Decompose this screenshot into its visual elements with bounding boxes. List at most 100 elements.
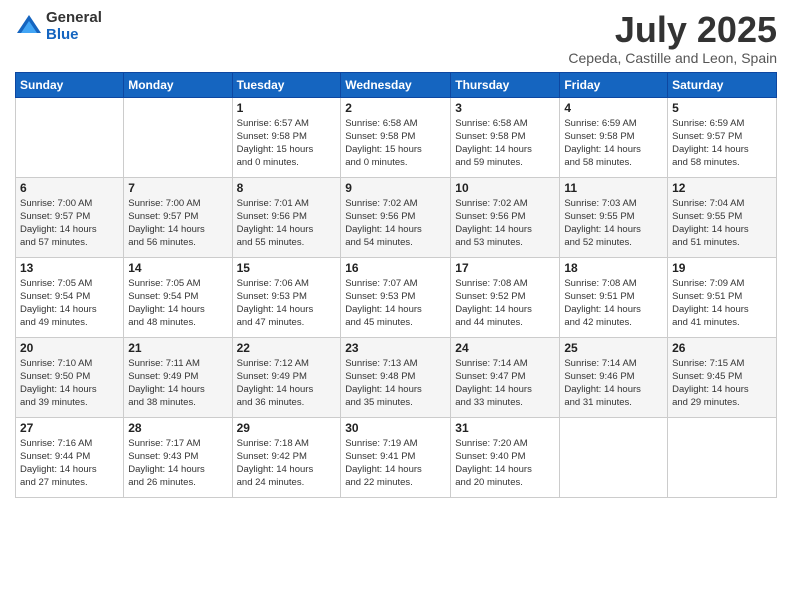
day-info: Sunrise: 7:20 AM Sunset: 9:40 PM Dayligh… — [455, 437, 555, 490]
day-number: 27 — [20, 421, 119, 435]
day-number: 7 — [128, 181, 227, 195]
day-cell: 27 Sunrise: 7:16 AM Sunset: 9:44 PM Dayli… — [16, 417, 124, 497]
day-number: 28 — [128, 421, 227, 435]
col-header-tuesday: Tuesday — [232, 72, 341, 97]
day-number: 2 — [345, 101, 446, 115]
day-info: Sunrise: 6:58 AM Sunset: 9:58 PM Dayligh… — [345, 117, 446, 170]
day-cell: 10 Sunrise: 7:02 AM Sunset: 9:56 PM Dayli… — [451, 177, 560, 257]
day-info: Sunrise: 7:13 AM Sunset: 9:48 PM Dayligh… — [345, 357, 446, 410]
day-info: Sunrise: 7:18 AM Sunset: 9:42 PM Dayligh… — [237, 437, 337, 490]
day-number: 9 — [345, 181, 446, 195]
day-number: 17 — [455, 261, 555, 275]
day-cell: 12Sunrise: 7:04 AM Sunset: 9:55 PM Dayli… — [668, 177, 777, 257]
logo-icon — [15, 13, 43, 41]
col-header-wednesday: Wednesday — [341, 72, 451, 97]
day-info: Sunrise: 6:59 AM Sunset: 9:58 PM Dayligh… — [564, 117, 663, 170]
day-number: 16 — [345, 261, 446, 275]
col-header-sunday: Sunday — [16, 72, 124, 97]
day-number: 8 — [237, 181, 337, 195]
day-number: 12 — [672, 181, 772, 195]
day-number: 13 — [20, 261, 119, 275]
day-number: 3 — [455, 101, 555, 115]
day-cell: 5 Sunrise: 6:59 AM Sunset: 9:57 PM Daylig… — [668, 97, 777, 177]
day-cell: 2 Sunrise: 6:58 AM Sunset: 9:58 PM Daylig… — [341, 97, 451, 177]
page: General Blue July 2025 Cepeda, Castille … — [0, 0, 792, 612]
header: General Blue July 2025 Cepeda, Castille … — [15, 10, 777, 66]
day-cell — [124, 97, 232, 177]
day-cell — [668, 417, 777, 497]
day-number: 22 — [237, 341, 337, 355]
day-number: 24 — [455, 341, 555, 355]
day-number: 18 — [564, 261, 663, 275]
week-row-4: 20Sunrise: 7:10 AM Sunset: 9:50 PM Dayli… — [16, 337, 777, 417]
logo: General Blue — [15, 10, 102, 43]
day-cell: 8 Sunrise: 7:01 AM Sunset: 9:56 PM Daylig… — [232, 177, 341, 257]
week-row-5: 27 Sunrise: 7:16 AM Sunset: 9:44 PM Dayli… — [16, 417, 777, 497]
day-info: Sunrise: 7:15 AM Sunset: 9:45 PM Dayligh… — [672, 357, 772, 410]
day-info: Sunrise: 7:02 AM Sunset: 9:56 PM Dayligh… — [345, 197, 446, 250]
day-cell: 26 Sunrise: 7:15 AM Sunset: 9:45 PM Dayli… — [668, 337, 777, 417]
col-header-friday: Friday — [560, 72, 668, 97]
day-info: Sunrise: 7:00 AM Sunset: 9:57 PM Dayligh… — [128, 197, 227, 250]
day-number: 23 — [345, 341, 446, 355]
day-cell: 19 Sunrise: 7:09 AM Sunset: 9:51 PM Dayli… — [668, 257, 777, 337]
day-number: 10 — [455, 181, 555, 195]
day-cell: 14 Sunrise: 7:05 AM Sunset: 9:54 PM Dayli… — [124, 257, 232, 337]
logo-text: General Blue — [46, 10, 102, 43]
day-info: Sunrise: 7:05 AM Sunset: 9:54 PM Dayligh… — [128, 277, 227, 330]
day-info: Sunrise: 6:59 AM Sunset: 9:57 PM Dayligh… — [672, 117, 772, 170]
day-info: Sunrise: 7:12 AM Sunset: 9:49 PM Dayligh… — [237, 357, 337, 410]
day-cell: 31 Sunrise: 7:20 AM Sunset: 9:40 PM Dayli… — [451, 417, 560, 497]
location-title: Cepeda, Castille and Leon, Spain — [568, 50, 777, 66]
day-info: Sunrise: 7:08 AM Sunset: 9:52 PM Dayligh… — [455, 277, 555, 330]
day-cell: 13 Sunrise: 7:05 AM Sunset: 9:54 PM Dayli… — [16, 257, 124, 337]
day-number: 5 — [672, 101, 772, 115]
day-number: 30 — [345, 421, 446, 435]
day-cell: 6Sunrise: 7:00 AM Sunset: 9:57 PM Daylig… — [16, 177, 124, 257]
day-number: 21 — [128, 341, 227, 355]
day-cell: 15Sunrise: 7:06 AM Sunset: 9:53 PM Dayli… — [232, 257, 341, 337]
col-header-monday: Monday — [124, 72, 232, 97]
day-cell: 23 Sunrise: 7:13 AM Sunset: 9:48 PM Dayli… — [341, 337, 451, 417]
day-info: Sunrise: 7:02 AM Sunset: 9:56 PM Dayligh… — [455, 197, 555, 250]
day-info: Sunrise: 7:19 AM Sunset: 9:41 PM Dayligh… — [345, 437, 446, 490]
day-cell: 25Sunrise: 7:14 AM Sunset: 9:46 PM Dayli… — [560, 337, 668, 417]
day-info: Sunrise: 7:14 AM Sunset: 9:46 PM Dayligh… — [564, 357, 663, 410]
day-cell: 18 Sunrise: 7:08 AM Sunset: 9:51 PM Dayli… — [560, 257, 668, 337]
day-info: Sunrise: 7:16 AM Sunset: 9:44 PM Dayligh… — [20, 437, 119, 490]
day-number: 1 — [237, 101, 337, 115]
day-number: 19 — [672, 261, 772, 275]
day-number: 26 — [672, 341, 772, 355]
day-cell: 20Sunrise: 7:10 AM Sunset: 9:50 PM Dayli… — [16, 337, 124, 417]
day-info: Sunrise: 7:05 AM Sunset: 9:54 PM Dayligh… — [20, 277, 119, 330]
day-number: 29 — [237, 421, 337, 435]
day-number: 6 — [20, 181, 119, 195]
day-info: Sunrise: 7:17 AM Sunset: 9:43 PM Dayligh… — [128, 437, 227, 490]
day-cell: 29 Sunrise: 7:18 AM Sunset: 9:42 PM Dayli… — [232, 417, 341, 497]
logo-general-text: General — [46, 10, 102, 27]
day-info: Sunrise: 7:14 AM Sunset: 9:47 PM Dayligh… — [455, 357, 555, 410]
week-row-3: 13 Sunrise: 7:05 AM Sunset: 9:54 PM Dayli… — [16, 257, 777, 337]
title-block: July 2025 Cepeda, Castille and Leon, Spa… — [568, 10, 777, 66]
day-cell: 17 Sunrise: 7:08 AM Sunset: 9:52 PM Dayli… — [451, 257, 560, 337]
col-header-saturday: Saturday — [668, 72, 777, 97]
day-cell: 30 Sunrise: 7:19 AM Sunset: 9:41 PM Dayli… — [341, 417, 451, 497]
day-cell: 28 Sunrise: 7:17 AM Sunset: 9:43 PM Dayli… — [124, 417, 232, 497]
day-number: 11 — [564, 181, 663, 195]
day-info: Sunrise: 7:01 AM Sunset: 9:56 PM Dayligh… — [237, 197, 337, 250]
day-number: 31 — [455, 421, 555, 435]
day-info: Sunrise: 7:09 AM Sunset: 9:51 PM Dayligh… — [672, 277, 772, 330]
day-cell: 4 Sunrise: 6:59 AM Sunset: 9:58 PM Daylig… — [560, 97, 668, 177]
day-info: Sunrise: 6:57 AM Sunset: 9:58 PM Dayligh… — [237, 117, 337, 170]
day-cell: 11Sunrise: 7:03 AM Sunset: 9:55 PM Dayli… — [560, 177, 668, 257]
logo-blue-text: Blue — [46, 27, 102, 44]
calendar-table: SundayMondayTuesdayWednesdayThursdayFrid… — [15, 72, 777, 498]
header-row: SundayMondayTuesdayWednesdayThursdayFrid… — [16, 72, 777, 97]
day-cell: 7 Sunrise: 7:00 AM Sunset: 9:57 PM Daylig… — [124, 177, 232, 257]
day-cell: 21Sunrise: 7:11 AM Sunset: 9:49 PM Dayli… — [124, 337, 232, 417]
day-number: 4 — [564, 101, 663, 115]
day-info: Sunrise: 7:07 AM Sunset: 9:53 PM Dayligh… — [345, 277, 446, 330]
day-info: Sunrise: 7:08 AM Sunset: 9:51 PM Dayligh… — [564, 277, 663, 330]
day-number: 14 — [128, 261, 227, 275]
day-cell: 22 Sunrise: 7:12 AM Sunset: 9:49 PM Dayli… — [232, 337, 341, 417]
